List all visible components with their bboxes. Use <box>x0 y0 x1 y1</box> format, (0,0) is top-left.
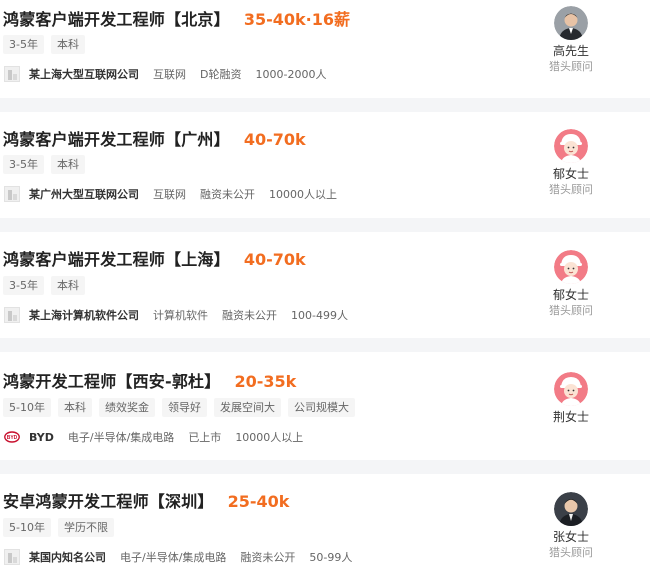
job-tags: 3-5年 本科 <box>3 155 92 174</box>
company-name[interactable]: BYD <box>29 431 54 444</box>
company-name[interactable]: 某上海大型互联网公司 <box>29 66 139 82</box>
svg-text:BYD: BYD <box>7 435 18 441</box>
woman-cartoon-avatar <box>554 250 588 284</box>
job-tag: 公司规模大 <box>287 398 355 417</box>
recruiter-role: 猎头顾问 <box>549 60 593 73</box>
recruiter-info[interactable]: 郁女士 猎头顾问 <box>545 129 597 197</box>
company-size: 1000-2000人 <box>255 68 327 81</box>
recruiter-role: 猎头顾问 <box>549 304 593 317</box>
job-salary: 40-70k <box>243 250 306 269</box>
job-tag: 3-5年 <box>3 276 44 295</box>
job-card[interactable]: 鸿蒙客户端开发工程师【广州】 40-70k 3-5年 本科 某广州大型互联网公司… <box>0 112 650 218</box>
company-industry: 互联网 <box>153 68 186 81</box>
job-tags: 5-10年 学历不限 <box>3 518 121 537</box>
woman-cartoon-avatar <box>554 372 588 406</box>
job-tag: 本科 <box>50 35 85 54</box>
job-tag: 发展空间大 <box>213 398 281 417</box>
recruiter-info[interactable]: 荆女士 <box>545 372 597 425</box>
man-suit-avatar <box>554 492 588 526</box>
job-card[interactable]: 安卓鸿蒙开发工程师【深圳】 25-40k 5-10年 学历不限 某国内知名公司 … <box>0 474 650 582</box>
building-icon <box>4 186 20 202</box>
building-icon <box>4 66 20 82</box>
job-tag: 本科 <box>50 155 85 174</box>
job-list: 鸿蒙客户端开发工程师【北京】 35-40k·16薪 3-5年 本科 某上海大型互… <box>0 0 650 582</box>
job-title[interactable]: 鸿蒙客户端开发工程师【上海】 <box>3 246 230 270</box>
job-tag: 本科 <box>57 398 92 417</box>
company-funding: 融资未公开 <box>222 309 277 322</box>
job-title[interactable]: 鸿蒙客户端开发工程师【北京】 <box>3 6 230 30</box>
recruiter-name: 高先生 <box>552 44 589 58</box>
company-funding: 融资未公开 <box>200 188 255 201</box>
job-title-row: 鸿蒙客户端开发工程师【北京】 35-40k·16薪 <box>3 6 350 30</box>
recruiter-name: 荆女士 <box>552 410 589 424</box>
job-salary: 20-35k <box>234 372 297 391</box>
job-tag: 学历不限 <box>57 518 114 537</box>
woman-cartoon-avatar <box>554 129 588 163</box>
job-salary: 25-40k <box>227 492 290 511</box>
job-tag: 领导好 <box>161 398 207 417</box>
recruiter-name: 郁女士 <box>552 288 589 302</box>
job-tag: 绩效奖金 <box>98 398 155 417</box>
company-industry: 计算机软件 <box>153 309 208 322</box>
job-title[interactable]: 安卓鸿蒙开发工程师【深圳】 <box>3 488 214 512</box>
company-name[interactable]: 某上海计算机软件公司 <box>29 307 139 323</box>
man-suit-avatar <box>554 6 588 40</box>
company-size: 10000人以上 <box>269 188 337 201</box>
job-title-row: 安卓鸿蒙开发工程师【深圳】 25-40k <box>3 488 289 512</box>
company-info: 某广州大型互联网公司 互联网 融资未公开 10000人以上 <box>4 186 351 202</box>
job-title[interactable]: 鸿蒙开发工程师【西安-郭杜】 <box>3 368 220 392</box>
company-funding: D轮融资 <box>200 68 242 81</box>
job-tags: 3-5年 本科 <box>3 276 92 295</box>
job-tags: 3-5年 本科 <box>3 35 92 54</box>
company-name[interactable]: 某广州大型互联网公司 <box>29 186 139 202</box>
building-icon <box>4 549 20 565</box>
recruiter-role: 猎头顾问 <box>549 546 593 559</box>
recruiter-name: 郁女士 <box>552 167 589 181</box>
byd-logo-icon: BYD <box>4 429 20 445</box>
company-size: 50-99人 <box>309 551 353 564</box>
company-size: 100-499人 <box>291 309 348 322</box>
company-industry: 电子/半导体/集成电路 <box>67 431 175 444</box>
job-tag: 5-10年 <box>3 518 51 537</box>
job-salary: 35-40k·16薪 <box>243 10 350 29</box>
company-funding: 融资未公开 <box>240 551 296 564</box>
job-tag: 3-5年 <box>3 35 44 54</box>
recruiter-info[interactable]: 高先生 猎头顾问 <box>545 6 597 74</box>
job-salary: 40-70k <box>243 130 306 149</box>
job-card[interactable]: 鸿蒙开发工程师【西安-郭杜】 20-35k 5-10年 本科 绩效奖金 领导好 … <box>0 352 650 460</box>
job-title-row: 鸿蒙开发工程师【西安-郭杜】 20-35k <box>3 368 296 392</box>
company-size: 10000人以上 <box>235 431 304 444</box>
job-card[interactable]: 鸿蒙客户端开发工程师【北京】 35-40k·16薪 3-5年 本科 某上海大型互… <box>0 0 650 98</box>
job-tag: 本科 <box>50 276 85 295</box>
recruiter-info[interactable]: 郁女士 猎头顾问 <box>545 250 597 318</box>
job-title-row: 鸿蒙客户端开发工程师【广州】 40-70k <box>3 126 306 150</box>
job-tags: 5-10年 本科 绩效奖金 领导好 发展空间大 公司规模大 <box>3 398 362 417</box>
building-icon <box>4 307 20 323</box>
company-industry: 电子/半导体/集成电路 <box>120 551 227 564</box>
company-info: 某国内知名公司 电子/半导体/集成电路 融资未公开 50-99人 <box>4 549 366 565</box>
company-info: BYD BYD 电子/半导体/集成电路 已上市 10000人以上 <box>4 429 317 445</box>
job-title-row: 鸿蒙客户端开发工程师【上海】 40-70k <box>3 246 306 270</box>
recruiter-role: 猎头顾问 <box>549 183 593 196</box>
company-funding: 已上市 <box>188 431 222 444</box>
company-info: 某上海大型互联网公司 互联网 D轮融资 1000-2000人 <box>4 66 340 82</box>
job-tag: 3-5年 <box>3 155 44 174</box>
recruiter-name: 张女士 <box>552 530 589 544</box>
company-name[interactable]: 某国内知名公司 <box>29 549 106 565</box>
job-card[interactable]: 鸿蒙客户端开发工程师【上海】 40-70k 3-5年 本科 某上海计算机软件公司… <box>0 232 650 338</box>
company-industry: 互联网 <box>153 188 186 201</box>
company-info: 某上海计算机软件公司 计算机软件 融资未公开 100-499人 <box>4 307 362 323</box>
job-title[interactable]: 鸿蒙客户端开发工程师【广州】 <box>3 126 230 150</box>
job-tag: 5-10年 <box>3 398 51 417</box>
recruiter-info[interactable]: 张女士 猎头顾问 <box>545 492 597 560</box>
